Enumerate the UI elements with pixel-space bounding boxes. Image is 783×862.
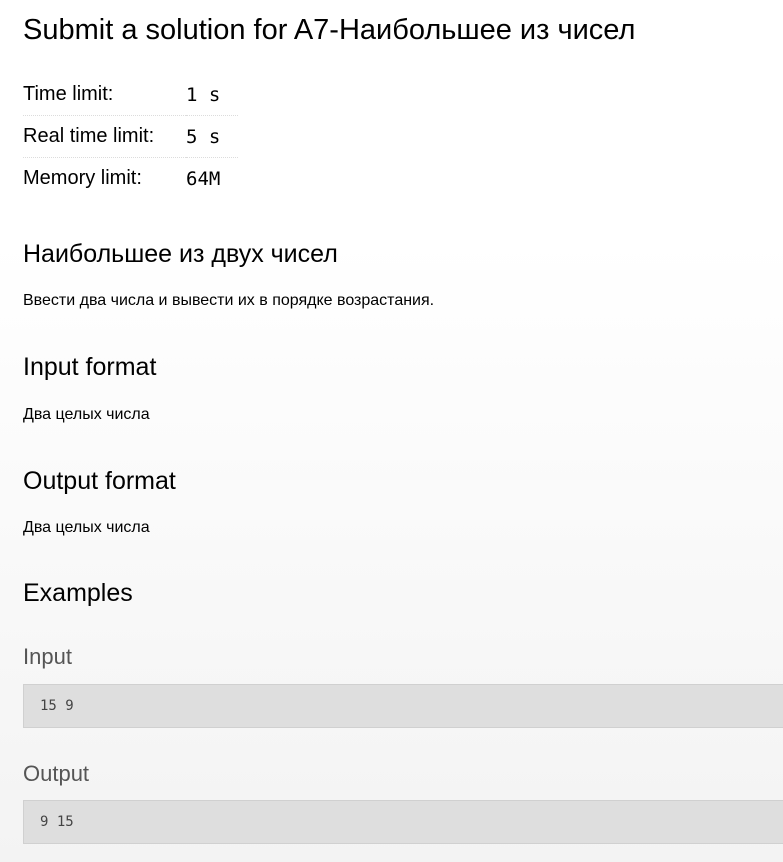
example-input-label: Input	[23, 644, 72, 669]
examples-heading: Examples	[23, 579, 133, 607]
limits-table: Time limit: 1 s Real time limit: 5 s Mem…	[23, 74, 238, 199]
input-format-heading: Input format	[23, 353, 157, 381]
example-input-box[interactable]: 15 9	[23, 684, 783, 728]
output-format-heading: Output format	[23, 467, 176, 495]
limit-row-memory: Memory limit: 64M	[23, 158, 238, 200]
limit-label: Time limit:	[23, 74, 186, 116]
limit-value: 1 s	[186, 74, 238, 116]
example-output-box[interactable]: 9 15	[23, 800, 783, 844]
output-format-text: Два целых числа	[23, 519, 150, 536]
limit-label: Memory limit:	[23, 167, 142, 189]
limit-value: 5 s	[186, 115, 238, 158]
statement-text: Ввести два числа и вывести их в порядке …	[23, 292, 435, 309]
statement-title: Наибольшее из двух чисел	[23, 240, 338, 268]
example-output-label: Output	[23, 761, 90, 786]
input-format-text: Два целых числа	[23, 406, 150, 423]
limit-row-real-time: Real time limit: 5 s	[23, 115, 238, 158]
page-title: Submit a solution for A7-Наибольшее из ч…	[23, 14, 636, 46]
limit-row-time: Time limit: 1 s	[23, 74, 238, 116]
limit-label: Real time limit:	[23, 115, 186, 158]
limit-value: 64M	[186, 167, 221, 190]
